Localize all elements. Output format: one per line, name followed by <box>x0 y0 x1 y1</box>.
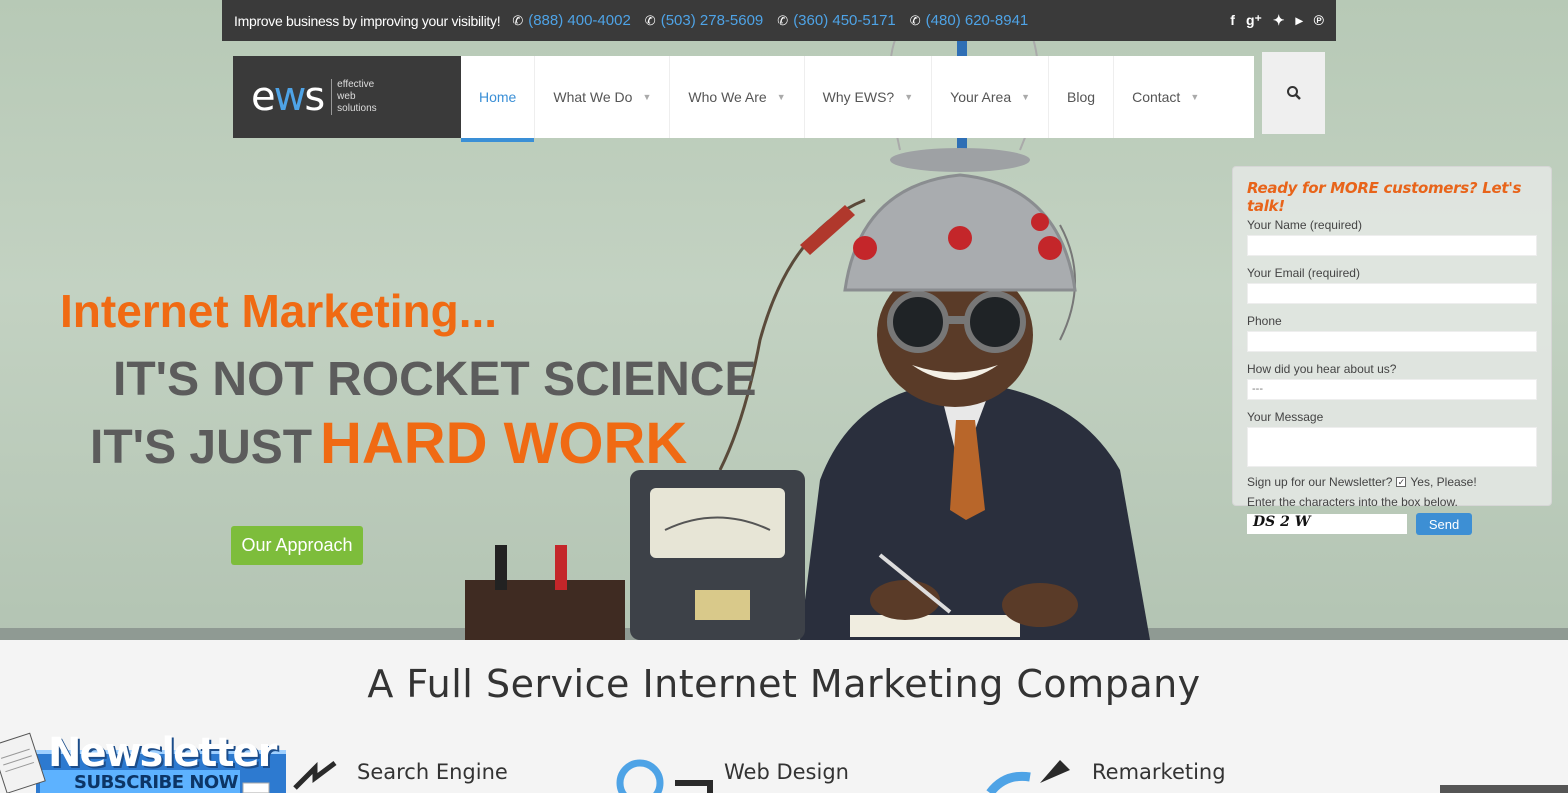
seo-icon <box>293 761 337 790</box>
form-title: Ready for MORE customers? Let's talk! <box>1247 179 1522 215</box>
nav-item-your-area[interactable]: Your Area ▼ <box>932 56 1050 138</box>
phone-icon: ✆ <box>777 12 789 28</box>
nav-item-contact[interactable]: Contact ▼ <box>1114 56 1217 138</box>
our-approach-button[interactable]: Our Approach <box>231 526 363 565</box>
phone-icon: ✆ <box>644 12 656 28</box>
hear-label: How did you hear about us? <box>1247 362 1397 376</box>
chevron-down-icon: ▼ <box>904 92 914 102</box>
hero-line-2: IT'S NOT ROCKET SCIENCE <box>113 353 757 406</box>
email-field[interactable] <box>1247 283 1537 304</box>
newsletter-subtitle: SUBSCRIBE NOW <box>74 772 239 793</box>
search-icon <box>1286 86 1301 100</box>
nav-item-blog[interactable]: Blog <box>1049 56 1115 138</box>
phone-label: Phone <box>1247 314 1282 328</box>
remarketing-icon <box>986 760 1070 793</box>
search-button[interactable] <box>1262 52 1325 134</box>
newsletter-checkbox[interactable]: ✓ <box>1396 477 1407 487</box>
phone-link-2[interactable]: ✆ (503) 278-5609 <box>645 12 763 29</box>
chevron-down-icon: ▼ <box>1190 92 1200 102</box>
hear-select[interactable]: --- <box>1247 379 1537 400</box>
phone-icon: ✆ <box>512 12 524 28</box>
service-web-design[interactable]: Web Design <box>724 760 849 784</box>
hero-line-3: IT'S JUST <box>90 421 313 474</box>
chevron-down-icon: ▼ <box>642 92 652 102</box>
phone-field[interactable] <box>1247 331 1537 352</box>
logo-tagline: effective web solutions <box>331 79 377 115</box>
newsletter-row: Sign up for our Newsletter? ✓ Yes, Pleas… <box>1247 475 1537 489</box>
logo-mark: ews <box>251 74 325 120</box>
service-seo[interactable]: Search Engine <box>357 760 508 784</box>
youtube-icon[interactable]: ▸ <box>1296 12 1303 29</box>
message-field[interactable] <box>1247 427 1537 467</box>
chevron-down-icon: ▼ <box>1021 92 1031 102</box>
google-plus-icon[interactable]: g⁺ <box>1246 12 1262 29</box>
pinterest-icon[interactable]: ℗ <box>1314 12 1324 29</box>
phone-link-1[interactable]: ✆ (888) 400-4002 <box>512 12 630 29</box>
twitter-icon[interactable]: ✦ <box>1273 12 1285 29</box>
nav-item-who-we-are[interactable]: Who We Are ▼ <box>670 56 805 138</box>
contact-form: Ready for MORE customers? Let's talk! Yo… <box>1232 166 1552 535</box>
phone-link-3[interactable]: ✆ (360) 450-5171 <box>777 12 895 29</box>
nav-item-what-we-do[interactable]: What We Do ▼ <box>535 56 671 138</box>
name-field[interactable] <box>1247 235 1537 256</box>
phone-icon: ✆ <box>909 12 921 28</box>
captcha-image: DS 2 W <box>1247 514 1407 534</box>
newsletter-title: Newsletter <box>48 730 277 776</box>
send-button[interactable]: Send <box>1416 513 1472 535</box>
site-logo[interactable]: ews effective web solutions <box>233 56 461 138</box>
social-links: f g⁺ ✦ ▸ ℗ <box>1230 12 1324 29</box>
top-bar: Improve business by improving your visib… <box>222 0 1336 41</box>
newsletter-label: Sign up for our Newsletter? <box>1247 475 1393 489</box>
scroll-widget[interactable] <box>1440 785 1568 793</box>
name-label: Your Name (required) <box>1247 218 1362 232</box>
message-label: Your Message <box>1247 410 1324 424</box>
main-nav: Home What We Do ▼ Who We Are ▼ Why EWS? ▼ Y… <box>461 56 1254 142</box>
tagline: Improve business by improving your visib… <box>234 12 501 29</box>
newsletter-option: Yes, Please! <box>1410 475 1477 489</box>
email-label: Your Email (required) <box>1247 266 1360 280</box>
web-design-icon <box>616 759 713 793</box>
phone-link-4[interactable]: ✆ (480) 620-8941 <box>910 12 1028 29</box>
captcha-row: DS 2 W Send <box>1247 513 1537 535</box>
chevron-down-icon: ▼ <box>776 92 786 102</box>
hero-line-3-highlight: HARD WORK <box>320 411 688 476</box>
hero-line-1: Internet Marketing... <box>60 285 498 337</box>
nav-item-why-ews[interactable]: Why EWS? ▼ <box>805 56 933 138</box>
captcha-label: Enter the characters into the box below. <box>1247 495 1458 509</box>
service-remarketing[interactable]: Remarketing <box>1092 760 1226 784</box>
section-headline: A Full Service Internet Marketing Compan… <box>367 662 1201 706</box>
nav-item-home[interactable]: Home <box>461 56 536 142</box>
facebook-icon[interactable]: f <box>1230 12 1235 29</box>
